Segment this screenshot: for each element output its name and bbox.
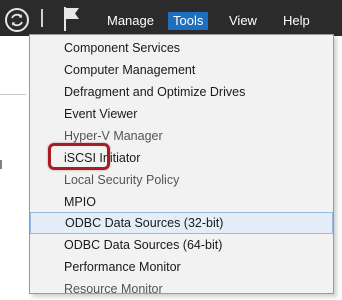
- annotation-highlight-box: [48, 143, 110, 170]
- menu-item-event-viewer[interactable]: Event Viewer: [30, 103, 333, 125]
- menu-item-odbc-64[interactable]: ODBC Data Sources (64-bit): [30, 234, 333, 256]
- toolbar-divider: [41, 9, 43, 27]
- menu-manage[interactable]: Manage: [102, 12, 159, 30]
- menu-bar: Manage Tools View Help: [0, 0, 342, 36]
- menu-item-resource-monitor[interactable]: Resource Monitor: [30, 278, 333, 300]
- menu-item-performance-monitor[interactable]: Performance Monitor: [30, 256, 333, 278]
- notifications-flag-icon[interactable]: [62, 5, 82, 32]
- menu-item-mpio[interactable]: MPIO: [30, 191, 333, 213]
- menu-help[interactable]: Help: [278, 12, 315, 30]
- menu-item-odbc-32[interactable]: ODBC Data Sources (32-bit): [30, 212, 333, 234]
- menu-item-local-security-policy[interactable]: Local Security Policy: [30, 169, 333, 191]
- panel-marker: [0, 160, 6, 169]
- left-panel: [0, 36, 30, 287]
- menu-view[interactable]: View: [224, 12, 262, 30]
- menu-item-component-services[interactable]: Component Services: [30, 37, 333, 59]
- menu-tools[interactable]: Tools: [168, 12, 209, 30]
- panel-divider: [0, 94, 26, 95]
- menu-item-computer-management[interactable]: Computer Management: [30, 59, 333, 81]
- menu-item-defragment-drives[interactable]: Defragment and Optimize Drives: [30, 81, 333, 103]
- refresh-icon[interactable]: [4, 7, 30, 33]
